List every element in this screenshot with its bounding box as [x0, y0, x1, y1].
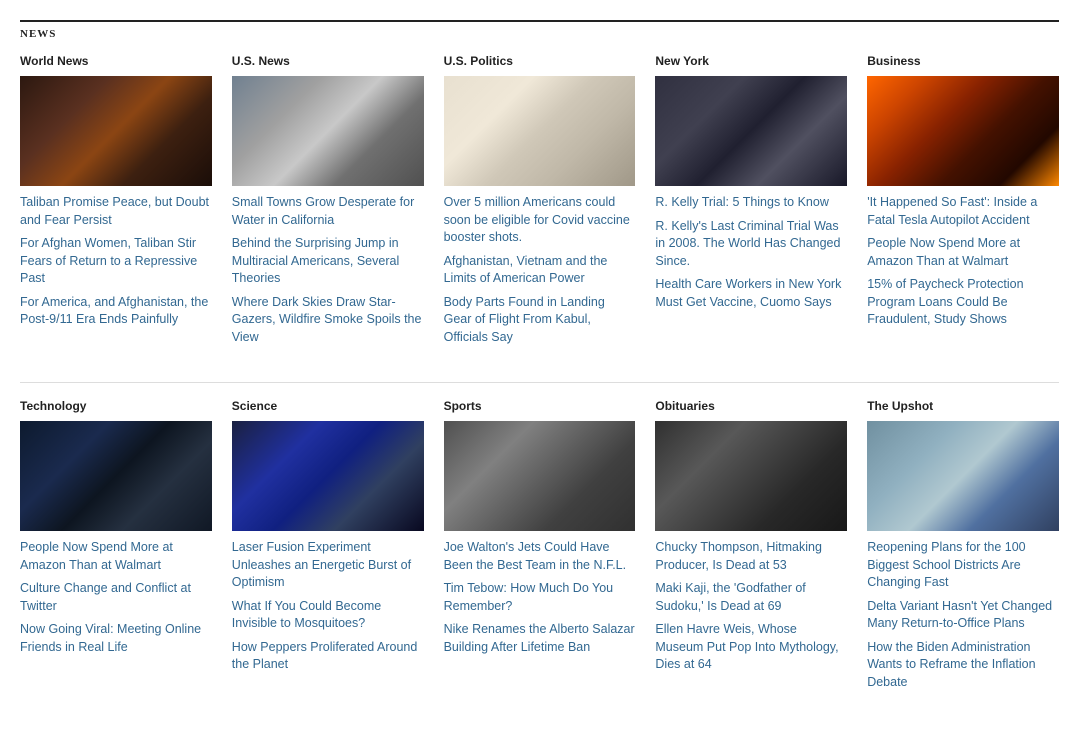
- article-link-world-news-1[interactable]: For Afghan Women, Taliban Stir Fears of …: [20, 235, 212, 288]
- section-title-obituaries: Obituaries: [655, 399, 847, 413]
- article-link-sports-1[interactable]: Tim Tebow: How Much Do You Remember?: [444, 580, 636, 615]
- section-upshot: The Upshot Reopening Plans for the 100 Bi…: [867, 399, 1059, 697]
- section-image-us-politics: [444, 76, 636, 186]
- article-link-technology-2[interactable]: Now Going Viral: Meeting Online Friends …: [20, 621, 212, 656]
- article-link-us-news-1[interactable]: Behind the Surprising Jump in Multiracia…: [232, 235, 424, 288]
- section-title-world-news: World News: [20, 54, 212, 68]
- section-image-sports: [444, 421, 636, 531]
- section-new-york: New York R. Kelly Trial: 5 Things to Know…: [655, 54, 847, 352]
- article-link-science-2[interactable]: How Peppers Proliferated Around the Plan…: [232, 639, 424, 674]
- article-link-obituaries-2[interactable]: Ellen Havre Weis, Whose Museum Put Pop I…: [655, 621, 847, 674]
- section-title-new-york: New York: [655, 54, 847, 68]
- article-link-us-politics-1[interactable]: Afghanistan, Vietnam and the Limits of A…: [444, 253, 636, 288]
- article-link-sports-0[interactable]: Joe Walton's Jets Could Have Been the Be…: [444, 539, 636, 574]
- section-image-obituaries: [655, 421, 847, 531]
- section-us-politics: U.S. Politics Over 5 million Americans co…: [444, 54, 636, 352]
- section-image-science: [232, 421, 424, 531]
- article-link-business-1[interactable]: People Now Spend More at Amazon Than at …: [867, 235, 1059, 270]
- section-image-us-news: [232, 76, 424, 186]
- article-link-new-york-0[interactable]: R. Kelly Trial: 5 Things to Know: [655, 194, 847, 212]
- article-link-upshot-2[interactable]: How the Biden Administration Wants to Re…: [867, 639, 1059, 692]
- article-link-obituaries-0[interactable]: Chucky Thompson, Hitmaking Producer, Is …: [655, 539, 847, 574]
- section-divider: [20, 382, 1059, 383]
- article-link-new-york-2[interactable]: Health Care Workers in New York Must Get…: [655, 276, 847, 311]
- section-title-upshot: The Upshot: [867, 399, 1059, 413]
- section-world-news: World News Taliban Promise Peace, but Dou…: [20, 54, 212, 352]
- section-image-upshot: [867, 421, 1059, 531]
- row2-grid: Technology People Now Spend More at Amazo…: [20, 399, 1059, 697]
- section-title-us-news: U.S. News: [232, 54, 424, 68]
- section-image-business: [867, 76, 1059, 186]
- article-link-world-news-0[interactable]: Taliban Promise Peace, but Doubt and Fea…: [20, 194, 212, 229]
- article-link-upshot-0[interactable]: Reopening Plans for the 100 Biggest Scho…: [867, 539, 1059, 592]
- section-title-technology: Technology: [20, 399, 212, 413]
- article-link-science-1[interactable]: What If You Could Become Invisible to Mo…: [232, 598, 424, 633]
- article-link-technology-1[interactable]: Culture Change and Conflict at Twitter: [20, 580, 212, 615]
- article-link-upshot-1[interactable]: Delta Variant Hasn't Yet Changed Many Re…: [867, 598, 1059, 633]
- section-us-news: U.S. News Small Towns Grow Desperate for …: [232, 54, 424, 352]
- article-link-technology-0[interactable]: People Now Spend More at Amazon Than at …: [20, 539, 212, 574]
- section-science: Science Laser Fusion Experiment Unleashes…: [232, 399, 424, 697]
- article-link-business-0[interactable]: 'It Happened So Fast': Inside a Fatal Te…: [867, 194, 1059, 229]
- section-title-sports: Sports: [444, 399, 636, 413]
- section-obituaries: Obituaries Chucky Thompson, Hitmaking Pro…: [655, 399, 847, 697]
- article-link-us-news-0[interactable]: Small Towns Grow Desperate for Water in …: [232, 194, 424, 229]
- section-image-world-news: [20, 76, 212, 186]
- article-link-us-politics-0[interactable]: Over 5 million Americans could soon be e…: [444, 194, 636, 247]
- section-title-science: Science: [232, 399, 424, 413]
- row1-grid: World News Taliban Promise Peace, but Dou…: [20, 54, 1059, 352]
- article-link-obituaries-1[interactable]: Maki Kaji, the 'Godfather of Sudoku,' Is…: [655, 580, 847, 615]
- section-title-us-politics: U.S. Politics: [444, 54, 636, 68]
- article-link-us-politics-2[interactable]: Body Parts Found in Landing Gear of Flig…: [444, 294, 636, 347]
- section-image-technology: [20, 421, 212, 531]
- article-link-business-2[interactable]: 15% of Paycheck Protection Program Loans…: [867, 276, 1059, 329]
- article-link-sports-2[interactable]: Nike Renames the Alberto Salazar Buildin…: [444, 621, 636, 656]
- news-section-header: NEWS: [20, 20, 1059, 40]
- section-sports: Sports Joe Walton's Jets Could Have Been …: [444, 399, 636, 697]
- section-image-new-york: [655, 76, 847, 186]
- article-link-us-news-2[interactable]: Where Dark Skies Draw Star-Gazers, Wildf…: [232, 294, 424, 347]
- section-title-business: Business: [867, 54, 1059, 68]
- article-link-science-0[interactable]: Laser Fusion Experiment Unleashes an Ene…: [232, 539, 424, 592]
- article-link-new-york-1[interactable]: R. Kelly's Last Criminal Trial Was in 20…: [655, 218, 847, 271]
- section-technology: Technology People Now Spend More at Amazo…: [20, 399, 212, 697]
- article-link-world-news-2[interactable]: For America, and Afghanistan, the Post-9…: [20, 294, 212, 329]
- section-business: Business 'It Happened So Fast': Inside a …: [867, 54, 1059, 352]
